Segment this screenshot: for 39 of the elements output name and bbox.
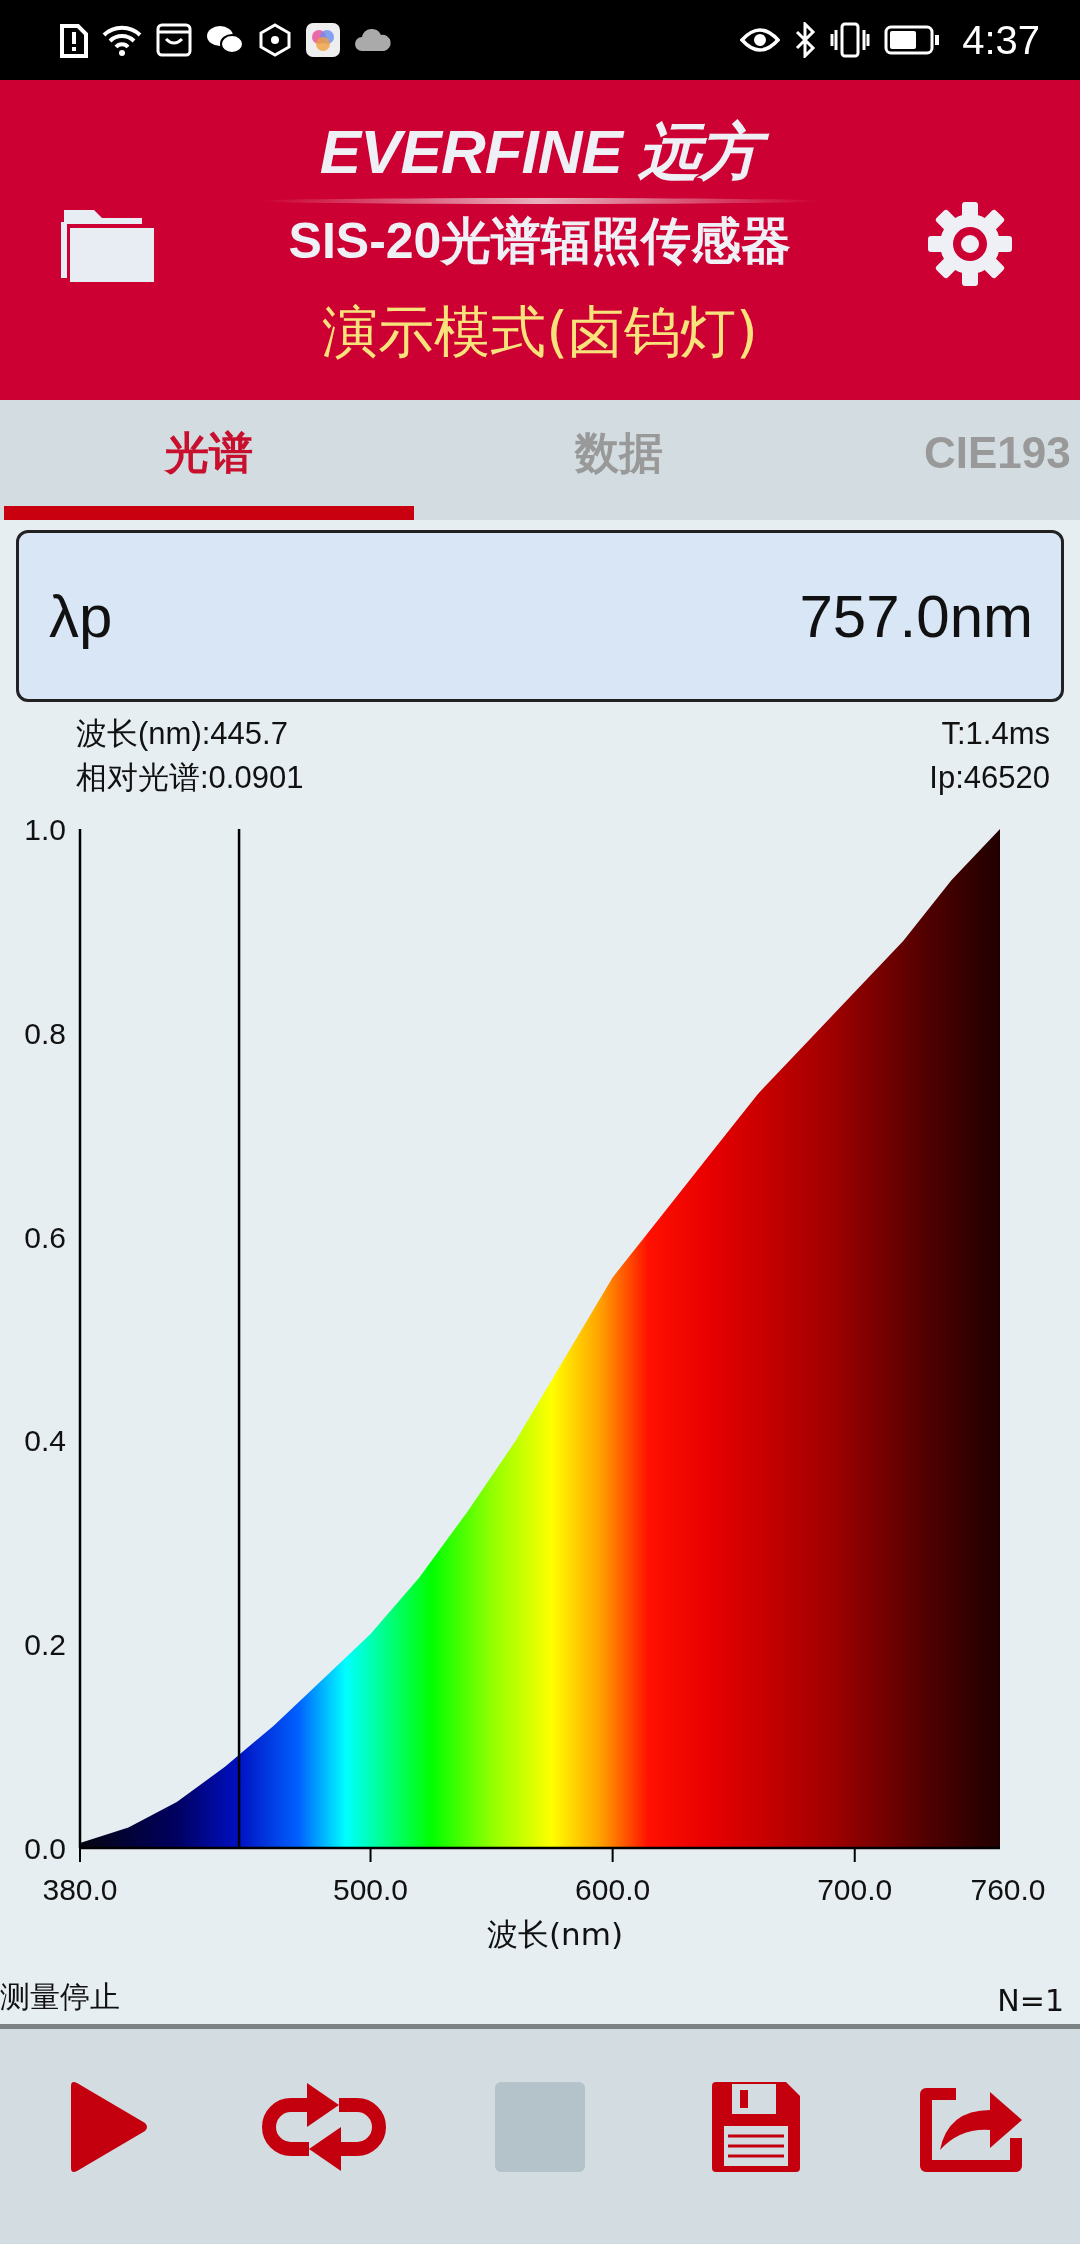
- hexagon-icon: [258, 23, 292, 57]
- peak-label: λp: [49, 581, 113, 651]
- x-tick-label: 600.0: [575, 1873, 651, 1906]
- cloud-icon: [354, 27, 392, 53]
- y-tick-label: 0.4: [24, 1424, 66, 1458]
- y-tick-label: 1.0: [24, 813, 66, 846]
- bluetooth-icon: [794, 22, 817, 58]
- clock-time: 4:37: [962, 17, 1040, 63]
- cursor-line[interactable]: [237, 829, 241, 1848]
- cursor-relative-value: 相对光谱:0.0901: [76, 759, 304, 797]
- integration-time: T:1.4ms: [941, 715, 1050, 753]
- y-tick-label: 0.8: [24, 1016, 66, 1050]
- vibrate-icon: [830, 22, 871, 58]
- y-tick-label: 0.2: [24, 1628, 66, 1662]
- tab[interactable]: CIE193: [824, 400, 1074, 520]
- tab[interactable]: 光谱: [4, 400, 414, 520]
- wifi-icon: [102, 23, 142, 57]
- brand-logo: EVERFINE 远方: [305, 111, 775, 194]
- eye-icon: [740, 26, 781, 54]
- shopping-bag-icon: [156, 23, 192, 57]
- save-button[interactable]: [712, 2081, 800, 2172]
- battery-icon: [884, 25, 941, 55]
- x-tick-label: 700.0: [817, 1873, 893, 1906]
- measurement-status: 测量停止: [0, 1978, 120, 2016]
- tab[interactable]: 数据: [414, 400, 824, 520]
- app-icon: [306, 23, 340, 57]
- notification-icon: [60, 22, 88, 58]
- peak-value: 757.0nm: [799, 581, 1033, 651]
- measurement-count: N=1: [997, 1983, 1064, 2018]
- peak-count: Ip:46520: [929, 759, 1050, 797]
- mode-title: 演示模式(卤钨灯): [322, 297, 758, 366]
- x-tick-label: 500.0: [333, 1873, 409, 1906]
- x-tick-label: 760.0: [970, 1873, 1046, 1906]
- x-tick-label: 380.0: [42, 1873, 118, 1906]
- x-axis-title: 波长(nm): [486, 1915, 623, 1954]
- y-tick-label: 0.6: [24, 1220, 66, 1254]
- product-name: SIS-20光谱辐照传感器: [288, 211, 792, 271]
- cursor-wavelength: 波长(nm):445.7: [76, 715, 289, 753]
- y-tick-label: 0.0: [24, 1832, 66, 1865]
